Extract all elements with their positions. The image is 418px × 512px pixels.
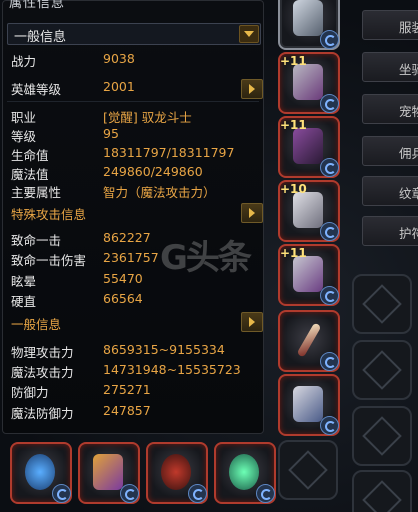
stat-label: 防御力 — [11, 385, 49, 400]
tab-mount[interactable]: 坐骑 — [362, 52, 418, 82]
stat-value: 247857 — [103, 403, 151, 418]
sync-icon[interactable] — [320, 416, 339, 435]
sync-icon[interactable] — [256, 484, 275, 503]
tab-label: 护符 — [399, 226, 418, 241]
weapon-icon — [296, 322, 322, 358]
enhance-level: +11 — [280, 118, 307, 132]
info-category-dropdown[interactable]: 一般信息 — [7, 23, 261, 45]
sync-icon[interactable] — [320, 286, 339, 305]
panel-title: 属性信息 — [9, 0, 66, 11]
section-header-general: 一般信息 — [11, 317, 62, 332]
equip-slot-belt[interactable] — [278, 374, 340, 436]
earring-icon — [93, 454, 123, 490]
boots-icon — [293, 256, 323, 292]
sync-icon[interactable] — [188, 484, 207, 503]
equip-slot-necklace[interactable] — [10, 442, 72, 504]
equip-slot-earring[interactable] — [78, 442, 140, 504]
empty-equip-slot[interactable] — [352, 340, 412, 400]
equip-slot-boots[interactable]: +11 — [278, 244, 340, 306]
equip-slot-ring[interactable] — [214, 442, 276, 504]
tab-label: 佣兵 — [399, 146, 418, 161]
shoulder-armor-icon — [293, 128, 323, 164]
tab-pet[interactable]: 宠物 — [362, 94, 418, 124]
watermark-logo: G头条 — [160, 238, 252, 278]
stat-label: 致命一击伤害 — [11, 253, 87, 268]
stat-label: 硬直 — [11, 294, 37, 309]
sync-icon[interactable] — [320, 30, 339, 49]
empty-equip-slot[interactable] — [278, 440, 338, 500]
belt-icon — [293, 386, 323, 422]
stat-value: 智力（魔法攻击力） — [103, 185, 216, 200]
sync-icon[interactable] — [320, 94, 339, 113]
empty-equip-slot[interactable] — [352, 274, 412, 334]
stat-label: 等级 — [11, 129, 37, 144]
stat-label: 魔法值 — [11, 167, 49, 182]
tab-costume[interactable]: 服装 — [362, 10, 418, 40]
stat-label: 职业 — [11, 110, 37, 125]
stat-label: 物理攻击力 — [11, 345, 74, 360]
tab-mercenary[interactable]: 佣兵 — [362, 136, 418, 166]
tab-emblem[interactable]: 纹章 — [362, 176, 418, 206]
stat-label: 主要属性 — [11, 185, 62, 200]
necklace-icon — [25, 454, 55, 490]
stat-label: 魔法攻击力 — [11, 365, 74, 380]
stat-label: 致命一击 — [11, 233, 62, 248]
empty-equip-slot[interactable] — [352, 406, 412, 466]
stat-label: 生命值 — [11, 148, 49, 163]
bracelet-icon — [161, 454, 191, 490]
equip-slot-chest[interactable]: +11 — [278, 52, 340, 114]
sync-icon[interactable] — [120, 484, 139, 503]
sync-icon[interactable] — [320, 222, 339, 241]
helmet-icon — [293, 0, 323, 36]
equip-slot-weapon[interactable] — [278, 310, 340, 372]
stat-value: 8659315~9155334 — [103, 342, 225, 357]
stat-value: 862227 — [103, 230, 151, 245]
tab-label: 宠物 — [399, 104, 418, 119]
stats-panel: 属性信息 一般信息 战力 9038 英雄等级 2001 职业 [觉醒] 驭龙斗士… — [2, 0, 264, 434]
sync-icon[interactable] — [52, 484, 71, 503]
enhance-level: +11 — [280, 54, 307, 68]
empty-equip-slot[interactable] — [352, 470, 412, 512]
enhance-level: +11 — [280, 246, 307, 260]
tab-talisman[interactable]: 护符 — [362, 216, 418, 246]
stat-label: 魔法防御力 — [11, 406, 74, 421]
stat-value: 2001 — [103, 79, 135, 94]
stat-value: 95 — [103, 126, 119, 141]
character-info-screen: 属性信息 一般信息 战力 9038 英雄等级 2001 职业 [觉醒] 驭龙斗士… — [0, 0, 418, 512]
stat-value: 14731948~15535723 — [103, 362, 241, 377]
equip-slot-gauntlet[interactable]: +10 — [278, 180, 340, 242]
dropdown-value: 一般信息 — [14, 30, 67, 45]
stat-label: 眩晕 — [11, 274, 37, 289]
equip-slot-shoulder[interactable]: +11 — [278, 116, 340, 178]
special-attack-arrow-button[interactable] — [241, 203, 263, 223]
stat-value: 55470 — [103, 271, 143, 286]
sync-icon[interactable] — [320, 158, 339, 177]
equip-slot-helmet[interactable] — [278, 0, 340, 50]
equip-slot-bracelet[interactable] — [146, 442, 208, 504]
stat-value: 249860/249860 — [103, 164, 203, 179]
sync-icon[interactable] — [320, 352, 339, 371]
section-header-special: 特殊攻击信息 — [11, 207, 87, 222]
tab-label: 服装 — [399, 20, 418, 35]
stat-label: 英雄等级 — [11, 82, 62, 97]
stat-value: 275271 — [103, 382, 151, 397]
stat-value: 9038 — [103, 51, 135, 66]
stat-value: 2361757 — [103, 250, 159, 265]
gauntlet-icon — [293, 192, 323, 228]
tab-label: 纹章 — [399, 186, 418, 201]
stat-value: 18311797/18311797 — [103, 145, 235, 160]
hero-level-arrow-button[interactable] — [241, 79, 263, 99]
stat-value: [觉醒] 驭龙斗士 — [103, 110, 192, 125]
chest-armor-icon — [293, 64, 323, 100]
enhance-level: +10 — [280, 182, 307, 196]
stat-label: 战力 — [11, 54, 37, 69]
ring-icon — [229, 454, 259, 490]
chevron-down-icon[interactable] — [239, 25, 259, 43]
tab-label: 坐骑 — [399, 62, 418, 77]
divider — [7, 101, 259, 102]
stat-value: 66564 — [103, 291, 143, 306]
general-info-arrow-button[interactable] — [241, 312, 263, 332]
